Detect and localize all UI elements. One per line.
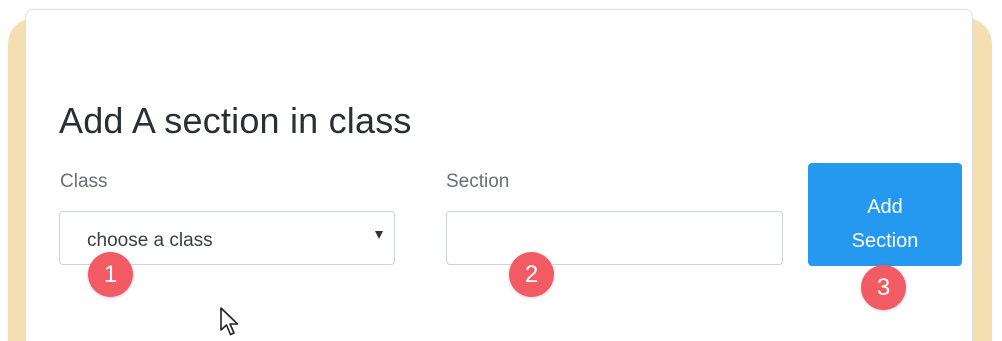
class-select-value: choose a class: [87, 230, 213, 251]
add-section-button-label-line1: Add: [867, 195, 903, 218]
section-label: Section: [446, 171, 510, 192]
step-marker-1: 1: [88, 252, 133, 297]
step-marker-3: 3: [861, 265, 906, 310]
add-section-button[interactable]: Add Section: [808, 163, 962, 266]
screenshot-stage: Add A section in class Class Section cho…: [0, 0, 1002, 341]
add-section-button-label-line2: Section: [851, 229, 919, 252]
step-marker-2: 2: [509, 252, 554, 297]
mouse-cursor-icon: [220, 307, 239, 336]
class-label: Class: [60, 171, 108, 192]
page-title: Add A section in class: [59, 100, 412, 141]
chevron-down-icon: [375, 231, 383, 239]
section-input[interactable]: [446, 211, 783, 265]
